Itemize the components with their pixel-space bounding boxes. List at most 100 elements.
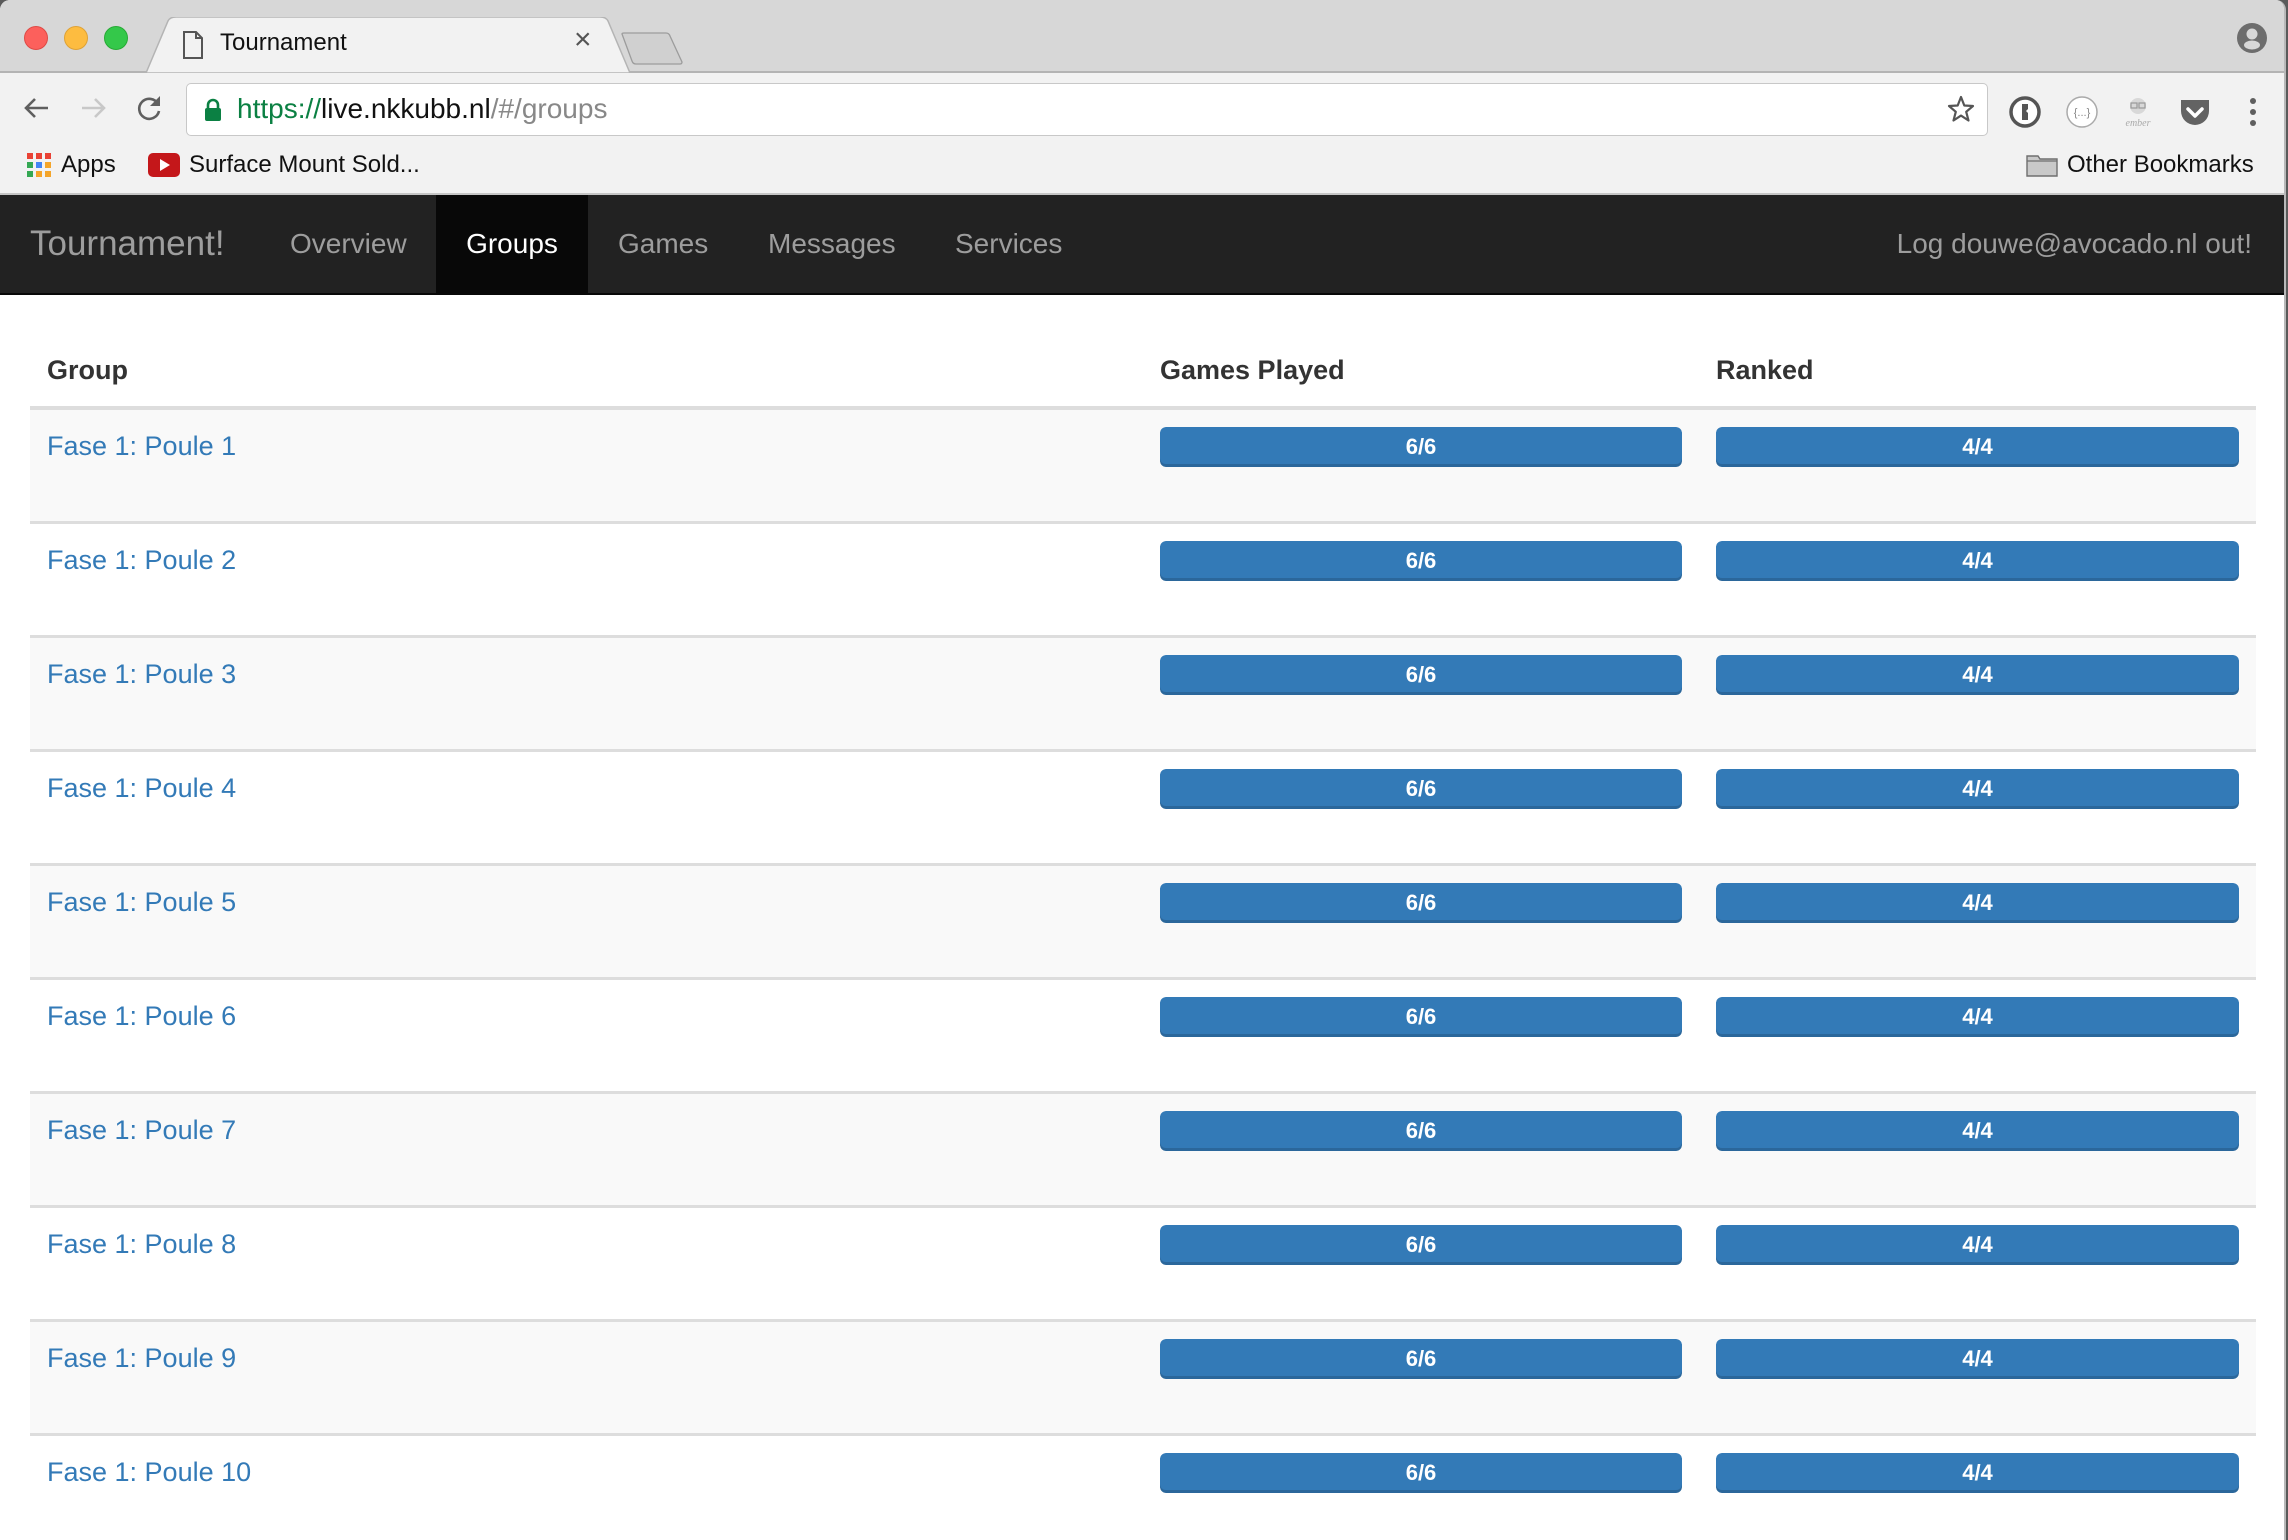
- reload-icon[interactable]: [134, 93, 164, 123]
- 1password-icon[interactable]: [2008, 95, 2042, 129]
- games-played-cell: 6/6: [1143, 862, 1699, 978]
- ranked-cell: 4/4: [1699, 862, 2256, 978]
- app-navbar: Tournament! Overview Groups Games Messag…: [0, 195, 2284, 295]
- games-played-bar: 6/6: [1160, 996, 1682, 1037]
- tab-title: Tournament: [220, 29, 347, 56]
- ranked-cell: 4/4: [1699, 748, 2256, 864]
- ranked-bar: 4/4: [1716, 1110, 2239, 1151]
- close-window-button[interactable]: [24, 26, 48, 50]
- bookmark-star-icon[interactable]: [1947, 95, 1975, 123]
- group-link[interactable]: Fase 1: Poule 3: [47, 659, 236, 689]
- folder-icon: [2026, 155, 2058, 177]
- apps-grid-icon: [27, 153, 51, 177]
- ranked-progress: 4/4: [1716, 427, 2239, 467]
- ranked-bar: 4/4: [1716, 996, 2239, 1037]
- youtube-icon: [148, 153, 180, 177]
- games-played-progress: 6/6: [1160, 996, 1682, 1037]
- group-link[interactable]: Fase 1: Poule 9: [47, 1343, 236, 1373]
- maximize-window-button[interactable]: [104, 26, 128, 50]
- kebab-menu-icon[interactable]: [2236, 95, 2270, 129]
- brand-link[interactable]: Tournament!: [30, 195, 225, 293]
- ember-inspector-icon[interactable]: ember: [2121, 95, 2155, 129]
- games-played-cell: 6/6: [1143, 1090, 1699, 1206]
- url-scheme: https://: [237, 93, 322, 124]
- games-played-cell: 6/6: [1143, 408, 1699, 522]
- bookmark-surface-mount-label: Surface Mount Sold...: [189, 151, 420, 178]
- group-link[interactable]: Fase 1: Poule 10: [47, 1457, 251, 1487]
- bookmark-apps-label: Apps: [61, 151, 116, 178]
- ranked-bar: 4/4: [1716, 654, 2239, 695]
- games-played-progress: 6/6: [1160, 540, 1682, 581]
- group-cell: Fase 1: Poule 10: [30, 1432, 1143, 1540]
- games-played-progress: 6/6: [1160, 882, 1682, 923]
- logout-link[interactable]: Log douwe@avocado.nl out!: [1897, 195, 2252, 293]
- table-row: Fase 1: Poule 10 6/6 4/4: [30, 1432, 2256, 1540]
- json-viewer-icon[interactable]: {...}: [2065, 95, 2099, 129]
- games-played-bar: 6/6: [1160, 1338, 1682, 1379]
- ranked-progress: 4/4: [1716, 1110, 2239, 1151]
- profile-icon[interactable]: [2236, 22, 2268, 54]
- pocket-icon[interactable]: [2178, 95, 2212, 129]
- ranked-progress: 4/4: [1716, 654, 2239, 695]
- minimize-window-button[interactable]: [64, 26, 88, 50]
- games-played-cell: 6/6: [1143, 1204, 1699, 1320]
- games-played-bar: 6/6: [1160, 1224, 1682, 1265]
- back-arrow-icon[interactable]: [22, 93, 52, 123]
- group-link[interactable]: Fase 1: Poule 7: [47, 1115, 236, 1145]
- ranked-cell: 4/4: [1699, 1318, 2256, 1434]
- ranked-bar: 4/4: [1716, 427, 2239, 467]
- forward-arrow-icon[interactable]: [78, 93, 108, 123]
- ranked-progress: 4/4: [1716, 1224, 2239, 1265]
- bookmark-surface-mount[interactable]: Surface Mount Sold...: [148, 151, 420, 179]
- group-cell: Fase 1: Poule 7: [30, 1090, 1143, 1206]
- group-link[interactable]: Fase 1: Poule 2: [47, 545, 236, 575]
- group-link[interactable]: Fase 1: Poule 4: [47, 773, 236, 803]
- ranked-cell: 4/4: [1699, 520, 2256, 636]
- other-bookmarks[interactable]: Other Bookmarks: [2026, 151, 2254, 179]
- games-played-progress: 6/6: [1160, 654, 1682, 695]
- nav-games[interactable]: Games: [588, 195, 738, 293]
- ranked-progress: 4/4: [1716, 882, 2239, 923]
- ranked-bar: 4/4: [1716, 1338, 2239, 1379]
- games-played-cell: 6/6: [1143, 1318, 1699, 1434]
- url-path: /#/groups: [490, 93, 608, 124]
- url-host: live.nkkubb.nl: [321, 93, 491, 124]
- ranked-progress: 4/4: [1716, 540, 2239, 581]
- nav-overview[interactable]: Overview: [260, 195, 437, 293]
- group-cell: Fase 1: Poule 8: [30, 1204, 1143, 1320]
- ranked-progress: 4/4: [1716, 1452, 2239, 1493]
- close-tab-icon[interactable]: ×: [574, 25, 592, 55]
- group-cell: Fase 1: Poule 4: [30, 748, 1143, 864]
- header-games-played: Games Played: [1143, 295, 1699, 410]
- nav-groups[interactable]: Groups: [436, 195, 588, 293]
- browser-tab-active[interactable]: Tournament ×: [146, 17, 630, 75]
- url-text[interactable]: https://live.nkkubb.nl/#/groups: [237, 93, 607, 125]
- groups-table: Group Games Played Ranked Fase 1: Poule …: [30, 295, 2256, 1540]
- group-link[interactable]: Fase 1: Poule 8: [47, 1229, 236, 1259]
- page-icon: [182, 30, 204, 65]
- table-row: Fase 1: Poule 8 6/6 4/4: [30, 1204, 2256, 1320]
- new-tab-button[interactable]: [620, 32, 690, 66]
- games-played-cell: 6/6: [1143, 748, 1699, 864]
- group-link[interactable]: Fase 1: Poule 1: [47, 431, 236, 461]
- bookmarks-bar: Apps Surface Mount Sold... Other Bookmar…: [0, 141, 2284, 195]
- ranked-bar: 4/4: [1716, 882, 2239, 923]
- table-row: Fase 1: Poule 9 6/6 4/4: [30, 1318, 2256, 1434]
- nav-services[interactable]: Services: [925, 195, 1092, 293]
- bookmark-apps[interactable]: Apps: [26, 151, 116, 179]
- svg-text:ember: ember: [2126, 118, 2151, 129]
- games-played-bar: 6/6: [1160, 427, 1682, 467]
- table-row: Fase 1: Poule 5 6/6 4/4: [30, 862, 2256, 978]
- group-cell: Fase 1: Poule 9: [30, 1318, 1143, 1434]
- nav-messages[interactable]: Messages: [738, 195, 926, 293]
- ranked-cell: 4/4: [1699, 408, 2256, 522]
- table-row: Fase 1: Poule 4 6/6 4/4: [30, 748, 2256, 864]
- header-group: Group: [30, 295, 1143, 410]
- group-link[interactable]: Fase 1: Poule 6: [47, 1001, 236, 1031]
- address-bar[interactable]: https://live.nkkubb.nl/#/groups: [186, 83, 1988, 136]
- group-link[interactable]: Fase 1: Poule 5: [47, 887, 236, 917]
- games-played-cell: 6/6: [1143, 634, 1699, 750]
- table-row: Fase 1: Poule 2 6/6 4/4: [30, 520, 2256, 636]
- games-played-bar: 6/6: [1160, 1452, 1682, 1493]
- ranked-progress: 4/4: [1716, 1338, 2239, 1379]
